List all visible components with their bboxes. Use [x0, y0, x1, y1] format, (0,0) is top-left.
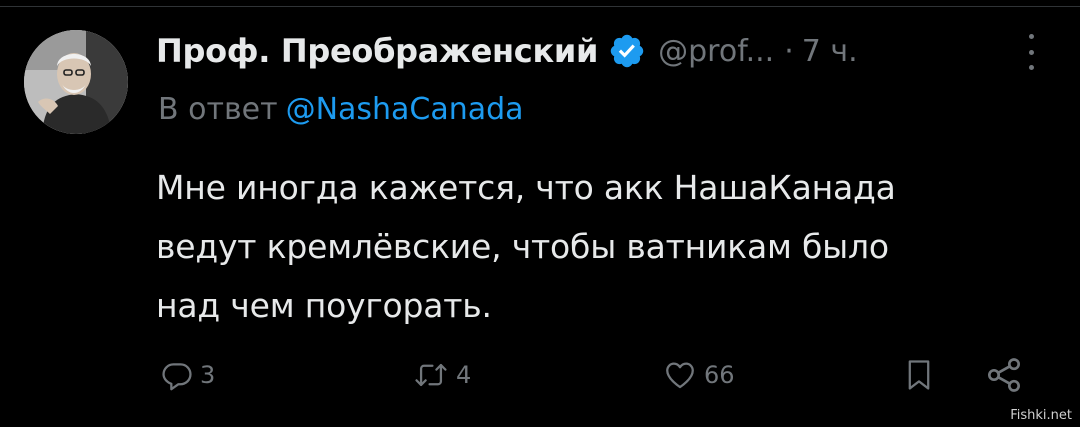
retweet-icon [415, 363, 447, 387]
share-icon [988, 358, 1020, 392]
reply-prefix: В ответ [158, 92, 278, 127]
action-bar: 3 4 66 [0, 350, 1080, 400]
more-vertical-icon[interactable] [1018, 34, 1044, 70]
reply-mention-link[interactable]: @NashaCanada [286, 92, 524, 127]
reply-icon [162, 363, 192, 391]
reply-button[interactable]: 3 [160, 350, 215, 400]
tweet-header: Проф. Преображенский @prof... · 7 ч. [156, 26, 858, 76]
like-count: 66 [704, 361, 735, 389]
reply-context: В ответ @NashaCanada [158, 92, 524, 127]
heart-icon [666, 362, 694, 389]
like-button[interactable]: 66 [662, 350, 735, 400]
bookmark-button[interactable] [902, 350, 936, 400]
author-name[interactable]: Проф. Преображенский [156, 32, 598, 70]
reply-count: 3 [200, 361, 216, 389]
tweet-text-line: над чем поугорать. [156, 286, 492, 325]
watermark: Fishki.net [1010, 408, 1072, 423]
avatar-image [24, 30, 128, 134]
bookmark-icon [908, 360, 930, 390]
author-handle[interactable]: @prof... [658, 34, 774, 69]
verified-badge-icon [608, 32, 646, 70]
retweet-button[interactable]: 4 [412, 350, 471, 400]
retweet-count: 4 [456, 361, 472, 389]
share-button[interactable] [984, 350, 1024, 400]
header-separator: · [784, 33, 794, 69]
top-divider [0, 6, 1080, 7]
tweet-card: Проф. Преображенский @prof... · 7 ч. В о… [0, 0, 1080, 427]
tweet-text: Мне иногда кажется, что акк НашаКанада в… [156, 158, 1056, 335]
tweet-text-line: ведут кремлёвские, чтобы ватникам было [156, 227, 889, 266]
avatar[interactable] [24, 30, 128, 134]
timestamp[interactable]: 7 ч. [802, 34, 858, 69]
tweet-text-line: Мне иногда кажется, что акк НашаКанада [156, 168, 896, 207]
